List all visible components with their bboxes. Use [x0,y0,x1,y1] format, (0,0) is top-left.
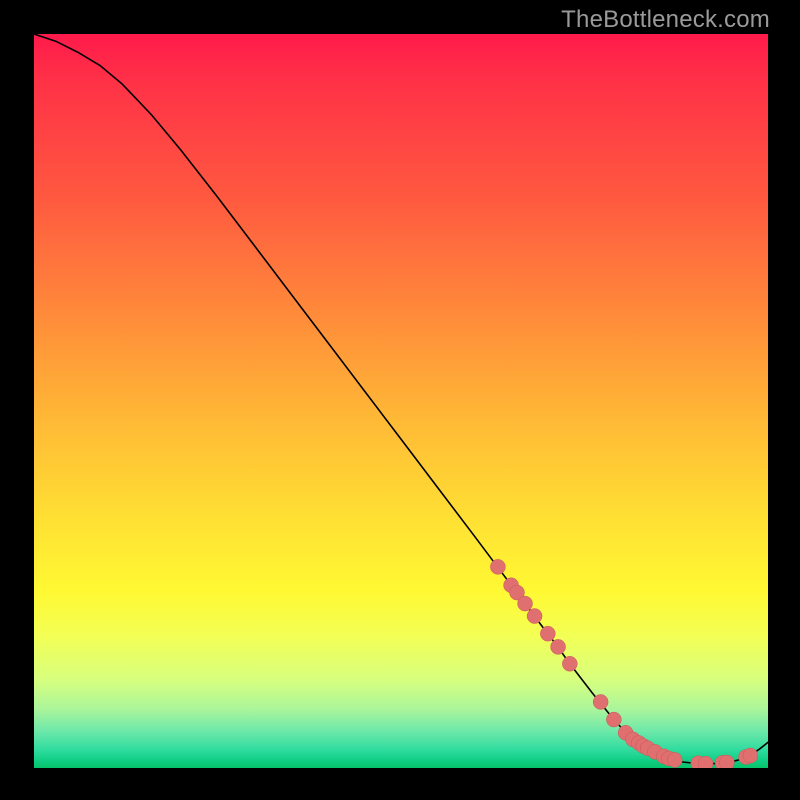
data-dot [527,609,542,624]
data-dot [719,755,734,768]
chart-stage: TheBottleneck.com [0,0,800,800]
data-dot [540,626,555,641]
data-dot [606,712,621,727]
watermark-text: TheBottleneck.com [561,6,770,34]
chart-svg [34,34,768,768]
data-dot [593,694,608,709]
data-dots [490,559,757,768]
data-dot [518,596,533,611]
plot-area [34,34,768,768]
bottleneck-curve [34,34,768,764]
data-dot [743,748,758,763]
data-dot [551,639,566,654]
data-dot [490,559,505,574]
data-dot [667,752,682,767]
data-dot [562,656,577,671]
